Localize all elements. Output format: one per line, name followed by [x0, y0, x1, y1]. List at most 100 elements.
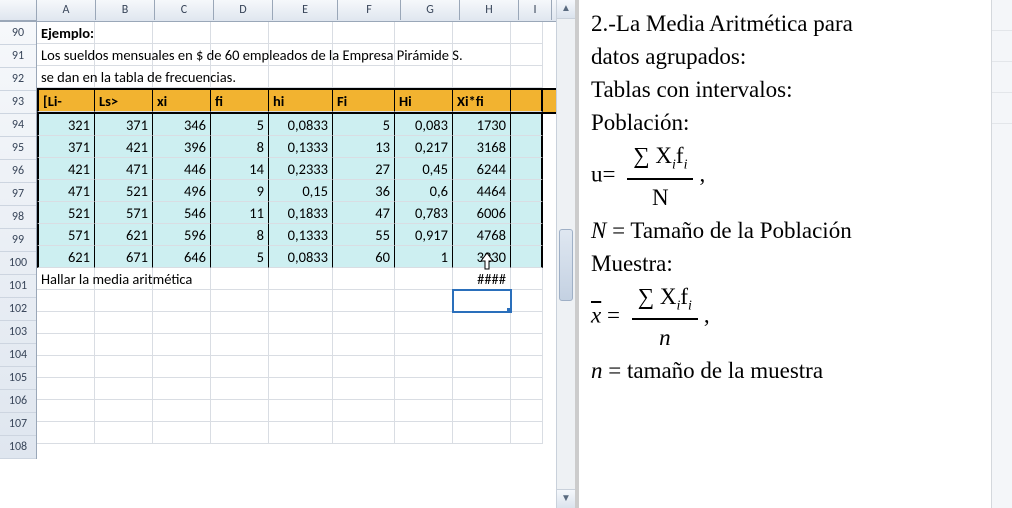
cell[interactable]: 13 [333, 136, 395, 158]
column-header-E[interactable]: E [273, 0, 338, 20]
cell[interactable]: 596 [153, 224, 211, 246]
cell[interactable] [453, 378, 511, 400]
column-header-I[interactable]: I [519, 0, 552, 20]
cell[interactable]: 8 [211, 224, 269, 246]
cell[interactable] [395, 22, 453, 44]
cell[interactable] [211, 268, 269, 290]
cell[interactable] [511, 290, 543, 312]
cell[interactable] [95, 334, 153, 356]
cell[interactable]: 546 [153, 202, 211, 224]
scroll-down-button[interactable]: ▼ [557, 489, 575, 508]
cell[interactable] [333, 400, 395, 422]
cell[interactable] [153, 400, 211, 422]
cell[interactable]: 0,783 [395, 202, 453, 224]
cell[interactable] [95, 22, 153, 44]
row-header[interactable]: 93 [0, 91, 36, 114]
cell[interactable] [95, 400, 153, 422]
cell[interactable] [269, 334, 333, 356]
cell[interactable] [511, 400, 543, 422]
cell[interactable] [37, 400, 95, 422]
vertical-scrollbar[interactable]: ▲ ▼ [556, 0, 575, 508]
cell[interactable] [511, 224, 543, 246]
cell[interactable] [269, 422, 333, 444]
cell[interactable] [211, 378, 269, 400]
cell[interactable] [453, 290, 511, 312]
cell[interactable]: 0,0833 [269, 114, 333, 136]
cell[interactable] [269, 268, 333, 290]
cell[interactable] [95, 312, 153, 334]
cell[interactable] [153, 356, 211, 378]
row-header[interactable]: 107 [0, 413, 36, 436]
cell[interactable]: 1730 [453, 114, 511, 136]
scroll-up-button[interactable]: ▲ [557, 0, 575, 19]
cell[interactable] [395, 400, 453, 422]
cell[interactable]: 496 [153, 180, 211, 202]
scroll-thumb[interactable] [559, 229, 573, 301]
cell[interactable]: 6244 [453, 158, 511, 180]
cell[interactable] [511, 114, 543, 136]
cell[interactable] [395, 312, 453, 334]
column-header-G[interactable]: G [401, 0, 460, 20]
column-header-H[interactable]: H [460, 0, 519, 20]
cell[interactable] [333, 312, 395, 334]
cell[interactable] [211, 422, 269, 444]
row-header[interactable]: 104 [0, 344, 36, 367]
row-header[interactable]: 92 [0, 68, 36, 91]
row-header[interactable]: 100 [0, 252, 36, 275]
row-header[interactable]: 90 [0, 22, 36, 45]
cell[interactable] [333, 356, 395, 378]
column-header-F[interactable]: F [338, 0, 401, 20]
cell[interactable] [211, 334, 269, 356]
column-header-C[interactable]: C [155, 0, 214, 20]
cell[interactable] [269, 356, 333, 378]
cell[interactable] [153, 290, 211, 312]
cell[interactable]: 55 [333, 224, 395, 246]
cell[interactable] [511, 202, 543, 224]
cell[interactable]: 421 [95, 136, 153, 158]
cell[interactable] [453, 400, 511, 422]
cell[interactable]: 396 [153, 136, 211, 158]
cell[interactable]: 621 [37, 246, 95, 268]
cell[interactable]: #### [453, 268, 511, 290]
cell[interactable] [269, 290, 333, 312]
cell[interactable] [153, 334, 211, 356]
cell[interactable] [153, 378, 211, 400]
cell[interactable]: 446 [153, 158, 211, 180]
cell[interactable]: 571 [37, 224, 95, 246]
cell[interactable] [511, 44, 543, 66]
column-header-D[interactable]: D [214, 0, 273, 20]
cell[interactable] [269, 400, 333, 422]
cell[interactable]: 5 [211, 246, 269, 268]
cell[interactable] [211, 400, 269, 422]
cell[interactable] [395, 268, 453, 290]
cell[interactable] [95, 422, 153, 444]
cell[interactable]: 521 [37, 202, 95, 224]
cell[interactable]: fi [211, 90, 269, 112]
cell[interactable]: 0,1333 [269, 224, 333, 246]
cell[interactable] [511, 90, 543, 112]
grid[interactable]: ABCDEFGHI 909192939495969798991001011021… [0, 0, 575, 508]
cell[interactable]: 5 [211, 114, 269, 136]
cell[interactable] [211, 312, 269, 334]
cell[interactable]: 571 [95, 202, 153, 224]
cell[interactable] [333, 378, 395, 400]
cell[interactable] [269, 22, 333, 44]
cell[interactable]: 3168 [453, 136, 511, 158]
cell[interactable]: 14 [211, 158, 269, 180]
row-header[interactable]: 99 [0, 229, 36, 252]
cell[interactable]: 371 [37, 136, 95, 158]
cell[interactable] [511, 356, 543, 378]
cell[interactable]: 321 [37, 114, 95, 136]
cell[interactable] [511, 136, 543, 158]
cell[interactable]: Ejemplo: [37, 22, 95, 44]
cell[interactable] [153, 22, 211, 44]
row-header[interactable]: 91 [0, 45, 36, 68]
column-header-A[interactable]: A [37, 0, 96, 20]
cell[interactable] [269, 66, 333, 88]
cell[interactable]: Hi [395, 90, 453, 112]
cell[interactable]: 0,217 [395, 136, 453, 158]
row-header[interactable]: 101 [0, 275, 36, 298]
cell[interactable]: 0,083 [395, 114, 453, 136]
cell[interactable]: 11 [211, 202, 269, 224]
cell[interactable] [37, 356, 95, 378]
